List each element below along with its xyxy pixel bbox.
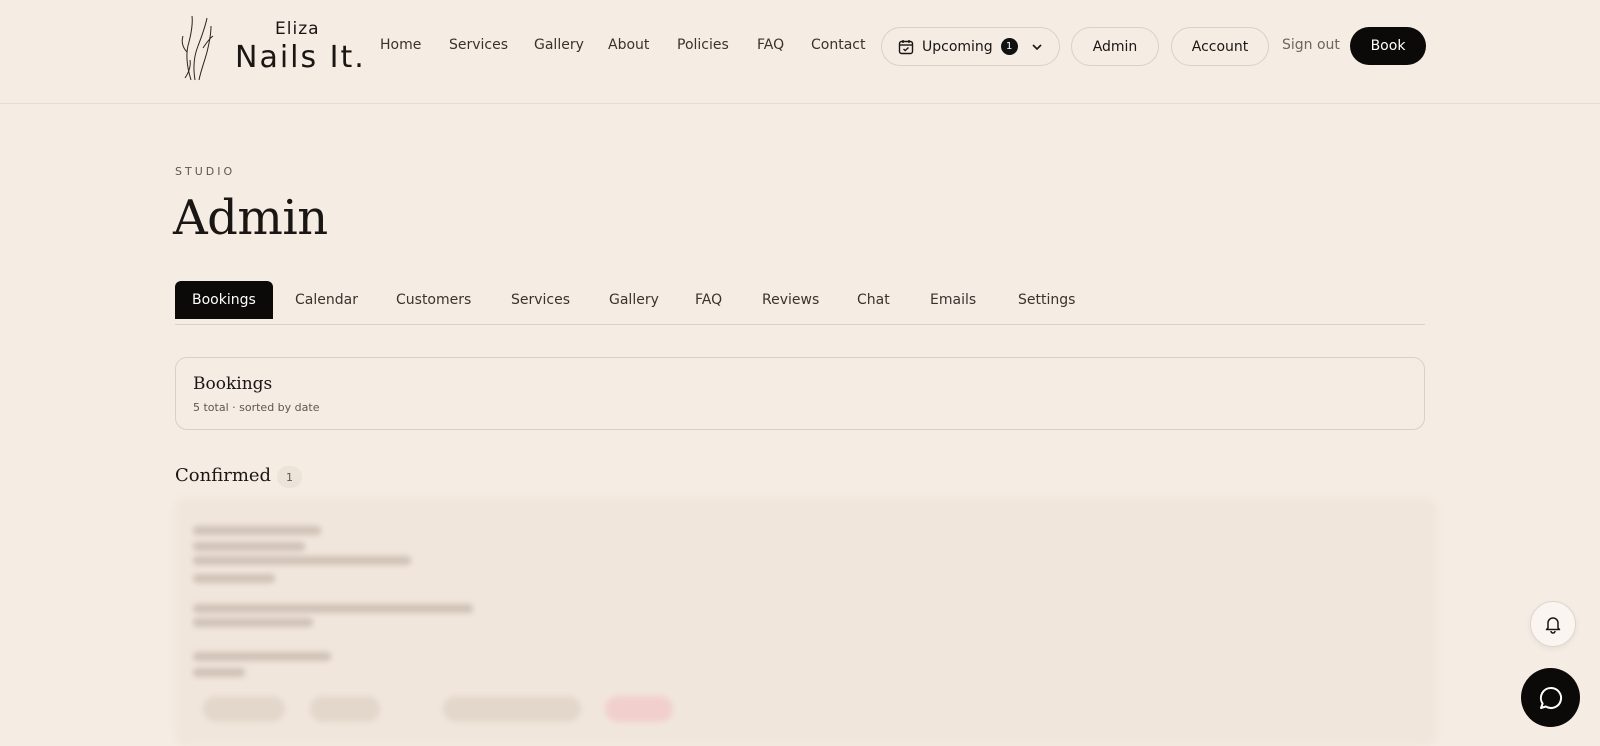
bookings-card-title: Bookings [193,374,273,394]
account-button[interactable]: Account [1171,27,1269,66]
upcoming-label: Upcoming [922,38,993,55]
hands-logo-icon [181,15,214,81]
book-button[interactable]: Book [1350,27,1426,65]
tab-reviews[interactable]: Reviews [762,281,819,319]
tab-bookings[interactable]: Bookings [175,281,273,319]
bell-icon [1545,617,1561,634]
admin-button[interactable]: Admin [1071,27,1159,66]
brand-logo[interactable]: Eliza Nails It. [175,10,364,88]
chat-button[interactable] [1521,668,1580,727]
confirmed-section-title: Confirmed [175,465,272,486]
bookings-summary-card: Bookings 5 total · sorted by date [175,357,1425,430]
notifications-button[interactable] [1530,601,1576,647]
admin-tabs: Bookings Calendar Customers Services Gal… [175,281,1425,325]
booking-card-blurred [175,498,1437,746]
site-header: Eliza Nails It. Home Services Gallery Ab… [0,0,1600,104]
tab-calendar[interactable]: Calendar [295,281,358,319]
nav-home[interactable]: Home [380,33,421,57]
tab-settings[interactable]: Settings [1018,281,1075,319]
nav-policies[interactable]: Policies [677,33,729,57]
calendar-icon [898,39,914,54]
bookings-card-subtitle: 5 total · sorted by date [193,401,320,414]
chat-bubble-icon [1539,686,1562,709]
nav-about[interactable]: About [608,33,649,57]
tab-faq[interactable]: FAQ [695,281,722,319]
sign-out-link[interactable]: Sign out [1282,33,1340,57]
upcoming-dropdown[interactable]: Upcoming 1 [881,27,1060,66]
tab-customers[interactable]: Customers [396,281,471,319]
confirmed-count-badge: 1 [277,466,302,488]
nav-faq[interactable]: FAQ [757,33,784,57]
tab-chat[interactable]: Chat [857,281,890,319]
brand-line-1: Eliza [275,19,320,39]
nav-services[interactable]: Services [449,33,508,57]
upcoming-count-badge: 1 [1000,38,1018,55]
brand-line-2: Nails It. [235,40,366,75]
tab-services[interactable]: Services [511,281,570,319]
nav-gallery[interactable]: Gallery [534,33,584,57]
tab-gallery[interactable]: Gallery [609,281,659,319]
nav-contact[interactable]: Contact [811,33,865,57]
tab-emails[interactable]: Emails [930,281,976,319]
chevron-down-icon [1032,43,1042,50]
page-title: Admin [173,190,328,246]
page-eyebrow: STUDIO [175,165,236,178]
